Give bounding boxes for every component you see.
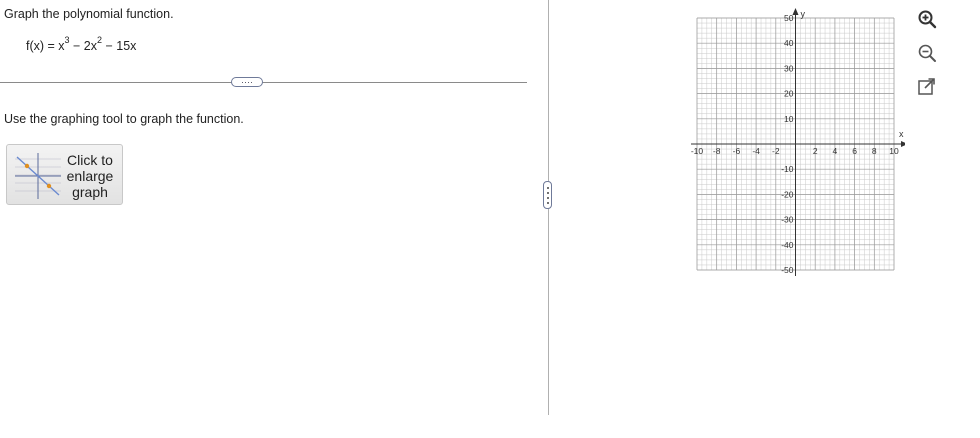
- x-axis-label: x: [899, 129, 904, 139]
- graph-thumbnail-icon: [15, 153, 61, 199]
- y-tick-label: -10: [781, 164, 794, 174]
- exponent-2: 2: [97, 35, 103, 45]
- y-tick-label: -50: [781, 265, 794, 275]
- y-tick-label: -40: [781, 240, 794, 250]
- section-divider: [0, 82, 527, 83]
- y-tick-label: 40: [784, 38, 794, 48]
- x-axis-arrow: [901, 141, 905, 147]
- y-tick-label: 20: [784, 89, 794, 99]
- x-tick-label: -2: [772, 146, 780, 156]
- show-more-button[interactable]: ····: [231, 77, 263, 87]
- x-tick-label: 2: [813, 146, 818, 156]
- enlarge-graph-button[interactable]: Click to enlarge graph: [6, 144, 123, 205]
- x-tick-labels: -10 -8 -6 -4 -2 2 4 6 8 10: [691, 146, 899, 156]
- x-tick-label: -8: [713, 146, 721, 156]
- y-tick-label: -30: [781, 215, 794, 225]
- y-tick-label: 50: [784, 13, 794, 23]
- expand-icon[interactable]: [916, 76, 938, 98]
- y-tick-label: 30: [784, 63, 794, 73]
- question-instruction: Graph the polynomial function.: [4, 7, 174, 21]
- function-expression: f(x) = x3 − 2x2 − 15x: [26, 35, 137, 54]
- x-tick-label: 6: [852, 146, 857, 156]
- x-tick-label: 8: [872, 146, 877, 156]
- x-tick-label: -10: [691, 146, 704, 156]
- x-tick-label: -6: [733, 146, 741, 156]
- function-term-2: − 2x: [69, 39, 98, 54]
- y-tick-label: 10: [784, 114, 794, 124]
- function-term-3: − 15x: [102, 39, 137, 54]
- zoom-out-icon[interactable]: [916, 42, 938, 64]
- x-tick-label: 4: [833, 146, 838, 156]
- x-tick-label: -4: [752, 146, 760, 156]
- graph-area[interactable]: -10 -8 -6 -4 -2 2 4 6 8 10 50 40 30 20 10 -10 -20 -30 -40…: [685, 8, 905, 278]
- tool-instruction: Use the graphing tool to graph the funct…: [4, 112, 244, 126]
- x-tick-label: 10: [889, 146, 899, 156]
- y-axis-label: y: [801, 9, 806, 19]
- zoom-in-icon[interactable]: [916, 8, 938, 30]
- pane-splitter-handle[interactable]: [543, 181, 552, 209]
- function-prefix: f(x) = x: [26, 39, 65, 54]
- enlarge-graph-label: Click to enlarge graph: [66, 152, 114, 200]
- exponent-3: 3: [64, 35, 70, 45]
- y-tick-label: -20: [781, 189, 794, 199]
- question-pane: Graph the polynomial function. f(x) = x3…: [0, 0, 548, 438]
